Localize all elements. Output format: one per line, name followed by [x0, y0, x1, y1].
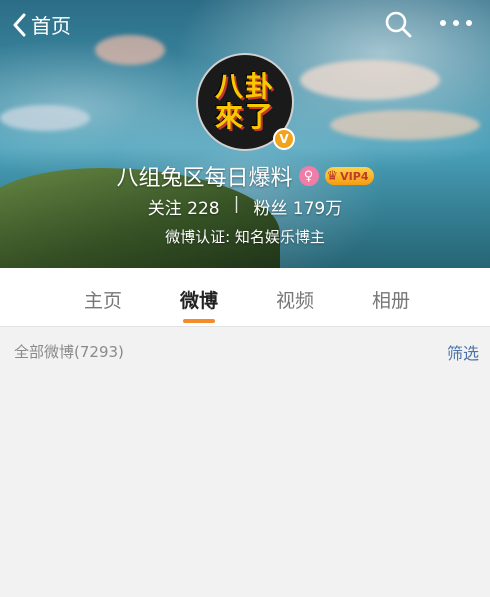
following-count: 228 — [187, 199, 220, 219]
active-tab-indicator — [183, 319, 215, 323]
female-icon: ♀ — [298, 166, 319, 186]
stats-divider: | — [233, 194, 240, 214]
following-label: 关注 — [147, 199, 182, 219]
tab-video[interactable]: 视频 — [276, 286, 314, 313]
crown-icon: ♛ — [326, 168, 339, 184]
vip-badge[interactable]: ♛ VIP4 — [324, 167, 374, 185]
profile-tabs: 主页 微博 视频 相册 — [0, 268, 490, 327]
more-dot — [440, 20, 446, 26]
more-options-icon[interactable] — [440, 20, 472, 26]
cover-cloud — [0, 105, 90, 131]
all-posts-label: 全部微博(7293) — [14, 343, 124, 361]
verified-icon: V — [273, 128, 295, 150]
filter-button[interactable]: 筛选 — [447, 340, 479, 364]
tab-album[interactable]: 相册 — [372, 286, 410, 313]
search-icon[interactable] — [384, 10, 412, 38]
certification-text: 微博认证: 知名娱乐博主 — [165, 228, 325, 246]
profile-name-row: 八组兔区每日爆料 ♀ ♛ VIP4 — [0, 160, 490, 192]
tab-weibo[interactable]: 微博 — [180, 286, 218, 313]
back-label: 首页 — [31, 14, 71, 38]
top-bar: 首页 — [0, 0, 490, 46]
vip-label: VIP4 — [340, 169, 369, 183]
tab-home[interactable]: 主页 — [84, 286, 122, 313]
avatar-text-line2: 來了 — [214, 100, 275, 133]
following-stat[interactable]: 关注 228 — [148, 194, 220, 219]
back-button[interactable]: 首页 — [12, 10, 71, 39]
avatar-text-line1: 八卦 — [214, 70, 275, 103]
feed-filter-bar: 全部微博(7293) 筛选 — [0, 327, 490, 373]
profile-name: 八组兔区每日爆料 — [116, 166, 293, 191]
followers-count: 179万 — [292, 199, 343, 219]
more-dot — [453, 20, 459, 26]
profile-stats: 关注 228 | 粉丝 179万 — [0, 194, 490, 219]
followers-stat[interactable]: 粉丝 179万 — [253, 194, 342, 219]
followers-label: 粉丝 — [253, 199, 288, 219]
cover-cloud — [300, 60, 440, 100]
cover-cloud — [330, 110, 480, 140]
chevron-left-icon — [13, 13, 26, 36]
more-dot — [466, 20, 472, 26]
